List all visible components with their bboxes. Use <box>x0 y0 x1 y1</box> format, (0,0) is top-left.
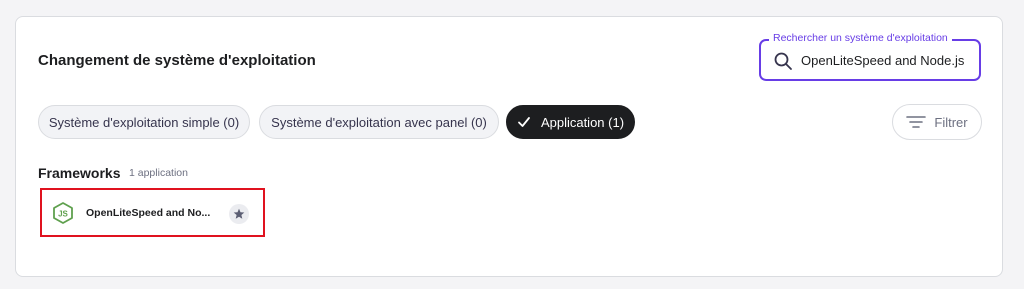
chip-os-with-panel-label: Système d'exploitation avec panel (0) <box>271 114 487 130</box>
search-input[interactable] <box>801 47 971 73</box>
os-change-card: Changement de système d'exploitation Rec… <box>15 16 1003 277</box>
nodejs-icon: JS <box>53 202 73 224</box>
chip-application[interactable]: Application (1) <box>506 105 635 139</box>
chip-simple-os[interactable]: Système d'exploitation simple (0) <box>38 105 250 139</box>
app-name: OpenLiteSpeed and No... <box>86 207 211 219</box>
check-icon <box>518 117 530 127</box>
chip-os-with-panel[interactable]: Système d'exploitation avec panel (0) <box>259 105 499 139</box>
filter-button-label: Filtrer <box>934 114 968 130</box>
section-count: 1 application <box>129 167 188 179</box>
filter-icon <box>906 116 927 128</box>
search-field-label: Rechercher un système d'exploitation <box>769 32 952 44</box>
star-icon <box>233 208 245 219</box>
search-icon <box>774 52 792 70</box>
chip-application-label: Application (1) <box>540 114 625 130</box>
page-title: Changement de système d'exploitation <box>38 52 316 69</box>
favorite-button[interactable] <box>229 204 249 224</box>
os-search-field[interactable]: Rechercher un système d'exploitation <box>759 32 981 81</box>
chip-simple-os-label: Système d'exploitation simple (0) <box>48 114 240 130</box>
section-title: Frameworks <box>38 165 121 181</box>
svg-text:JS: JS <box>58 210 68 219</box>
app-item-openlitespeed-nodejs[interactable]: JS OpenLiteSpeed and No... <box>40 188 265 237</box>
filter-button[interactable]: Filtrer <box>892 104 982 140</box>
